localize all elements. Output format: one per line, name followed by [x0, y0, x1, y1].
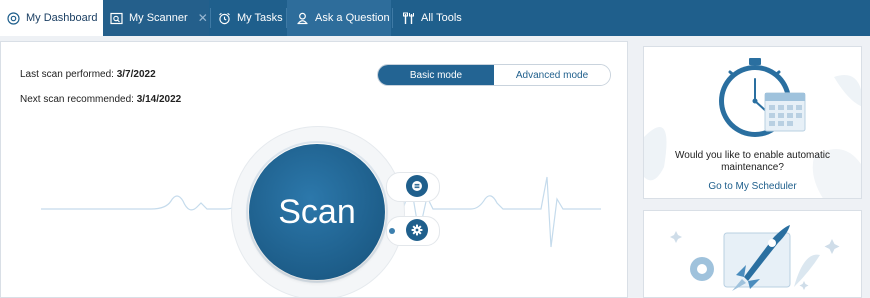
rocket-illustration [670, 225, 840, 291]
list-button[interactable] [406, 175, 428, 197]
alarm-clock-icon [217, 11, 231, 25]
maintenance-card: Would you like to enable automatic maint… [643, 46, 862, 199]
tab-divider [392, 8, 393, 28]
scan-button[interactable]: Scan [249, 144, 385, 280]
go-to-scheduler-link[interactable]: Go to My Scheduler [644, 181, 861, 192]
tab-ask-a-question[interactable]: Ask a Question [287, 0, 391, 36]
basic-mode-button[interactable]: Basic mode [378, 65, 494, 85]
boost-card [643, 210, 862, 298]
close-icon[interactable]: ✕ [198, 11, 208, 25]
last-scan-info: Last scan performed: 3/7/2022 [20, 69, 156, 80]
tab-all-tools[interactable]: All Tools [393, 0, 463, 36]
tools-icon [401, 11, 415, 25]
tab-label: All Tools [421, 12, 462, 24]
tab-divider [286, 8, 287, 28]
tab-my-scanner[interactable]: My Scanner ✕ [103, 0, 209, 36]
settings-button[interactable] [406, 219, 428, 241]
list-icon [412, 181, 422, 191]
next-scan-date: 3/14/2022 [136, 94, 182, 105]
tab-label: Ask a Question [315, 12, 390, 24]
dashboard-icon [6, 11, 20, 25]
tab-divider [210, 8, 211, 28]
last-scan-label: Last scan performed: [20, 69, 114, 80]
tab-label: My Dashboard [26, 12, 98, 24]
last-scan-date: 3/7/2022 [116, 69, 156, 80]
stopwatch-calendar-illustration [644, 58, 861, 198]
scan-panel: Last scan performed: 3/7/2022 Next scan … [0, 41, 628, 298]
scanner-icon [109, 11, 123, 25]
scan-mode-toggle: Basic mode Advanced mode [377, 64, 611, 86]
next-scan-label: Next scan recommended: [20, 94, 134, 105]
tab-label: My Tasks [237, 12, 283, 24]
gear-icon [411, 224, 423, 236]
tab-my-tasks[interactable]: My Tasks [211, 0, 285, 36]
tab-label: My Scanner [129, 12, 188, 24]
maintenance-question: Would you like to enable automatic maint… [675, 150, 830, 173]
advanced-mode-button[interactable]: Advanced mode [494, 65, 610, 85]
next-scan-info: Next scan recommended: 3/14/2022 [20, 94, 181, 105]
tab-my-dashboard[interactable]: My Dashboard [0, 0, 103, 36]
person-icon [295, 11, 309, 25]
progress-dot [389, 228, 395, 234]
top-navigation-bar: My Dashboard My Scanner ✕ My Tasks Ask a… [0, 0, 870, 36]
